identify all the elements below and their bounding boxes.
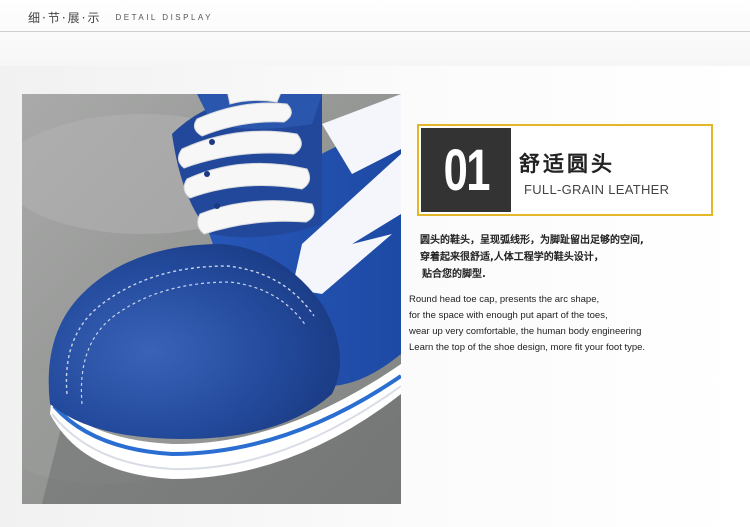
description-en-line: wear up very comfortable, the human body… xyxy=(409,326,642,337)
description-cn-line: 贴合您的脚型. xyxy=(422,269,486,280)
description-en-line: for the space with enough put apart of t… xyxy=(409,310,608,321)
feature-subtitle: FULL-GRAIN LEATHER xyxy=(524,182,670,197)
header-title-cn: 细·节·展·示 xyxy=(28,11,102,25)
feature-number-block: 01 xyxy=(421,128,511,212)
description-cn-line: 圆头的鞋头，呈现弧线形，为脚趾留出足够的空间, xyxy=(420,235,644,246)
header-title-en: DETAIL DISPLAY xyxy=(115,13,213,22)
description-en-line: Learn the top of the shoe design, more f… xyxy=(409,342,646,353)
description-cn: 圆头的鞋头，呈现弧线形，为脚趾留出足够的空间, 穿着起来很舒适,人体工程学的鞋头… xyxy=(420,232,720,283)
description-en-line: Round head toe cap, presents the arc sha… xyxy=(409,294,600,305)
description-en: Round head toe cap, presents the arc sha… xyxy=(409,292,739,356)
feature-box: 01 舒适圆头 FULL-GRAIN LEATHER xyxy=(417,124,713,216)
section-header: 细·节·展·示 DETAIL DISPLAY xyxy=(28,9,213,26)
feature-number: 01 xyxy=(443,137,490,203)
description-cn-line: 穿着起来很舒适,人体工程学的鞋头设计， xyxy=(420,252,604,263)
header-divider xyxy=(0,31,750,32)
product-photo xyxy=(22,94,401,504)
feature-title: 舒适圆头 xyxy=(519,152,615,176)
